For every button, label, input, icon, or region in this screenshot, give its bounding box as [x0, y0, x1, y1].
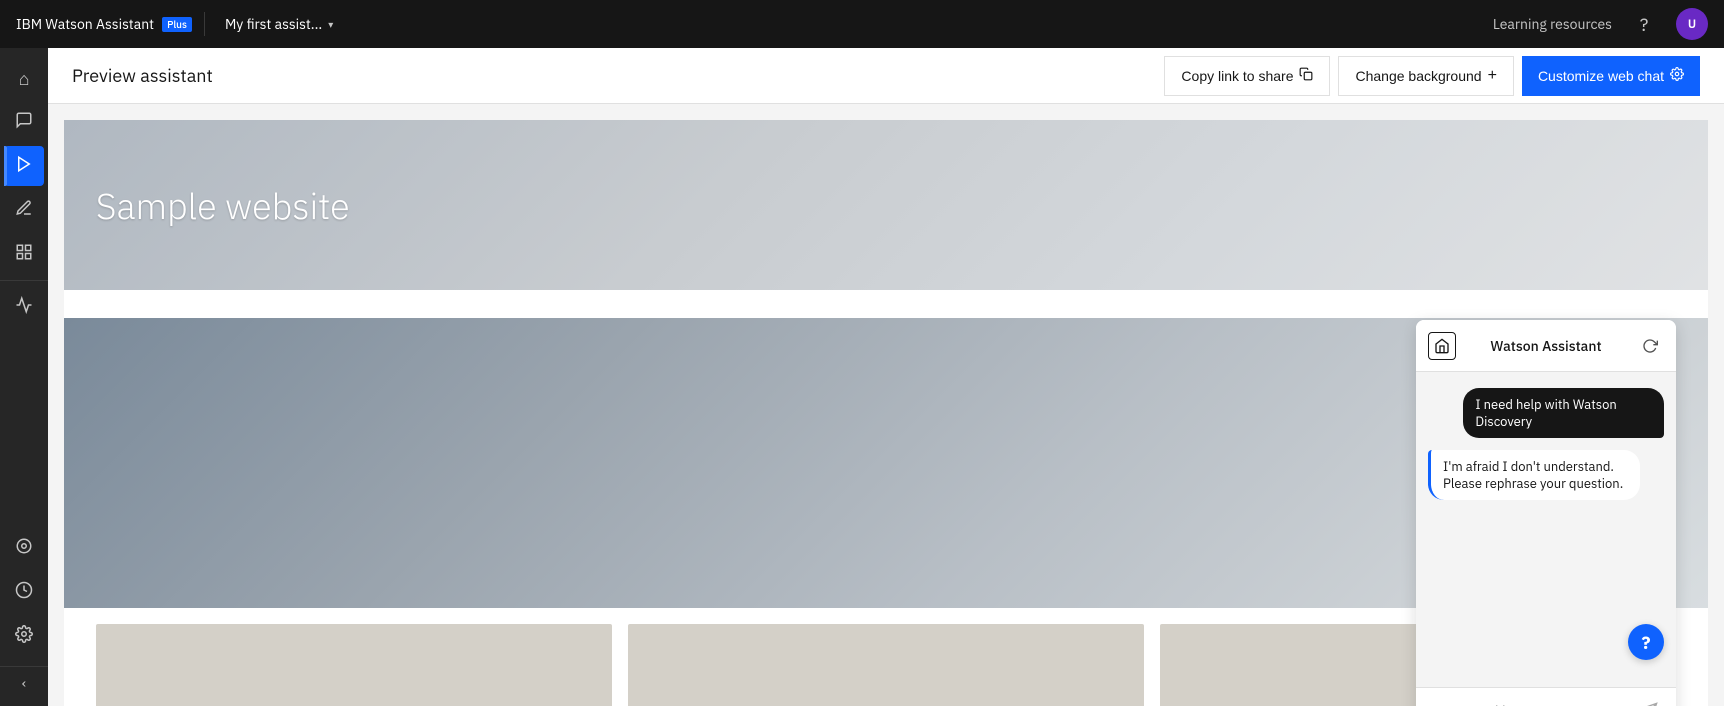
sidebar-item-history[interactable]: [4, 572, 44, 612]
chat-header: Watson Assistant: [1416, 320, 1676, 372]
nav-right: Learning resources ? U: [1493, 8, 1708, 40]
brand-logo: IBM Watson Assistant Plus: [16, 15, 192, 33]
chat-input[interactable]: [1428, 703, 1628, 706]
sidebar-item-home[interactable]: ⌂: [4, 58, 44, 98]
chat-icon: [15, 111, 33, 134]
sidebar-item-entities[interactable]: [4, 190, 44, 230]
chat-help-fab[interactable]: ?: [1628, 624, 1664, 660]
plus-badge: Plus: [162, 17, 192, 32]
sidebar: ⌂: [0, 48, 48, 706]
user-avatar[interactable]: U: [1676, 8, 1708, 40]
copy-icon: [1299, 67, 1313, 84]
main-layout: ⌂: [0, 48, 1724, 706]
customize-web-chat-label: Customize web chat: [1538, 68, 1664, 84]
sample-website-header: Sample website: [64, 120, 1708, 290]
chat-title: Watson Assistant: [1464, 337, 1628, 355]
chat-bot-message: I'm afraid I don't understand. Please re…: [1428, 450, 1640, 500]
chat-home-icon[interactable]: [1428, 332, 1456, 360]
customize-icon: [1670, 67, 1684, 84]
chat-refresh-button[interactable]: [1636, 332, 1664, 360]
assistant-name: My first assist...: [225, 15, 322, 33]
change-background-button[interactable]: Change background +: [1338, 56, 1513, 96]
copy-link-button[interactable]: Copy link to share: [1164, 56, 1330, 96]
change-background-label: Change background: [1355, 68, 1481, 84]
sidebar-item-chat[interactable]: [4, 102, 44, 142]
learning-resources-link[interactable]: Learning resources: [1493, 15, 1612, 33]
home-icon: ⌂: [19, 67, 30, 90]
page-title: Preview assistant: [72, 64, 1164, 87]
sample-website: Sample website: [64, 120, 1708, 706]
preview-icon: [15, 155, 33, 178]
sample-website-white-bar: [64, 290, 1708, 318]
chat-widget: Watson Assistant I need help with Watson…: [1416, 320, 1676, 706]
chat-input-area: [1416, 687, 1676, 706]
assistant-selector[interactable]: My first assist... ▾: [217, 11, 341, 37]
intents-icon: [15, 243, 33, 266]
history-icon: [15, 581, 33, 604]
help-question-icon: ?: [1642, 631, 1651, 654]
chat-send-button[interactable]: [1636, 696, 1664, 706]
sidebar-item-intents[interactable]: [4, 234, 44, 274]
collapse-icon: ‹: [22, 674, 26, 692]
header-actions: Copy link to share Change background + C…: [1164, 56, 1700, 96]
chevron-down-icon: ▾: [328, 18, 333, 31]
entities-icon: [15, 199, 33, 222]
sidebar-collapse-toggle[interactable]: ‹: [0, 666, 48, 698]
sidebar-item-integrations[interactable]: [4, 528, 44, 568]
page-header: Preview assistant Copy link to share Cha…: [48, 48, 1724, 104]
integrations-icon: [15, 537, 33, 560]
sidebar-item-settings[interactable]: [4, 616, 44, 656]
preview-area: Sample website: [48, 104, 1724, 706]
copy-link-label: Copy link to share: [1181, 68, 1293, 84]
brand-name: IBM Watson Assistant: [16, 15, 154, 33]
top-navigation: IBM Watson Assistant Plus My first assis…: [0, 0, 1724, 48]
sidebar-bottom: [4, 526, 44, 666]
sample-website-title: Sample website: [96, 182, 350, 229]
content-area: Preview assistant Copy link to share Cha…: [48, 48, 1724, 706]
analytics-icon: [15, 296, 33, 319]
sidebar-divider: [0, 280, 48, 281]
add-icon: +: [1488, 67, 1497, 85]
sample-card-2: [628, 624, 1144, 706]
sidebar-item-preview[interactable]: [4, 146, 44, 186]
customize-web-chat-button[interactable]: Customize web chat: [1522, 56, 1700, 96]
chat-user-message: I need help with Watson Discovery: [1463, 388, 1664, 438]
settings-icon: [15, 625, 33, 648]
help-icon[interactable]: ?: [1628, 8, 1660, 40]
sidebar-item-analytics[interactable]: [4, 287, 44, 327]
sample-card-1: [96, 624, 612, 706]
nav-divider: [204, 12, 205, 36]
